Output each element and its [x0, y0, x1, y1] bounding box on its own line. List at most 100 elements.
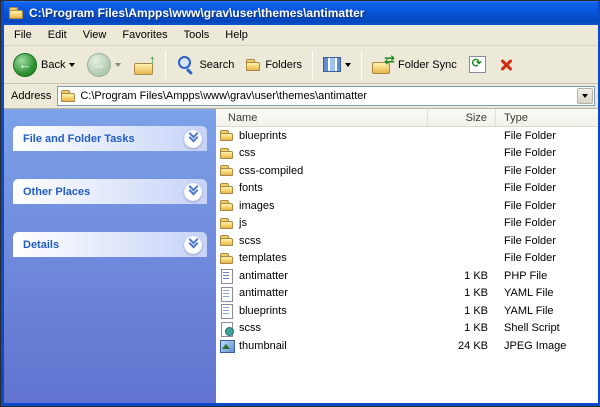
file-size — [428, 250, 496, 268]
chevron-glyph — [189, 184, 198, 193]
file-type: File Folder — [496, 162, 598, 180]
menu-edit[interactable]: Edit — [40, 26, 75, 44]
file-name-cell: scss — [216, 232, 428, 250]
file-row[interactable]: js File Folder — [216, 215, 598, 233]
address-label: Address — [11, 90, 51, 102]
chevron-glyph — [189, 131, 198, 140]
window-title: C:\Program Files\Ampps\www\grav\user\the… — [29, 6, 364, 20]
task-panel-title: File and Folder Tasks — [23, 133, 135, 145]
chevron-double-down-icon[interactable] — [184, 183, 202, 201]
file-name-cell: blueprints — [216, 302, 428, 320]
folder-icon — [219, 146, 234, 161]
file-size — [428, 127, 496, 145]
file-name-cell: js — [216, 215, 428, 233]
file-row[interactable]: thumbnail 24 KB JPEG Image — [216, 337, 598, 355]
file-row[interactable]: antimatter 1 KB PHP File — [216, 267, 598, 285]
folders-button[interactable]: Folders — [241, 55, 307, 75]
file-row[interactable]: fonts File Folder — [216, 180, 598, 198]
file-type: File Folder — [496, 232, 598, 250]
toolbar: Back Search Folders Folder Sync — [4, 46, 598, 84]
file-row[interactable]: blueprints 1 KB YAML File — [216, 302, 598, 320]
file-name: blueprints — [239, 305, 287, 317]
file-type: File Folder — [496, 127, 598, 145]
file-name: antimatter — [239, 287, 288, 299]
back-dropdown-icon[interactable] — [69, 63, 75, 67]
views-button[interactable] — [318, 54, 356, 75]
toolbar-separator — [361, 51, 362, 79]
yaml-file-icon — [219, 303, 234, 318]
file-name-cell: scss — [216, 320, 428, 338]
file-row[interactable]: css File Folder — [216, 145, 598, 163]
file-size — [428, 145, 496, 163]
forward-icon — [87, 53, 111, 77]
file-size: 1 KB — [428, 285, 496, 303]
back-label: Back — [41, 59, 65, 71]
file-size: 1 KB — [428, 320, 496, 338]
views-dropdown-icon[interactable] — [345, 63, 351, 67]
file-row[interactable]: antimatter 1 KB YAML File — [216, 285, 598, 303]
menu-file[interactable]: File — [6, 26, 40, 44]
file-type: Shell Script — [496, 320, 598, 338]
file-type: File Folder — [496, 250, 598, 268]
address-dropdown-button[interactable] — [577, 88, 593, 104]
shell-script-icon — [219, 321, 234, 336]
search-button[interactable]: Search — [171, 52, 239, 77]
file-row[interactable]: scss 1 KB Shell Script — [216, 320, 598, 338]
file-name: js — [239, 217, 247, 229]
file-name: css — [239, 147, 256, 159]
file-name-cell: thumbnail — [216, 337, 428, 355]
file-type: File Folder — [496, 145, 598, 163]
column-header-type[interactable]: Type — [496, 109, 598, 126]
explorer-window: C:\Program Files\Ampps\www\grav\user\the… — [1, 1, 600, 406]
php-file-icon — [219, 268, 234, 283]
task-panel-header[interactable]: File and Folder Tasks — [13, 126, 207, 151]
menu-help[interactable]: Help — [217, 26, 256, 44]
file-row[interactable]: templates File Folder — [216, 250, 598, 268]
forward-button[interactable] — [82, 50, 126, 80]
file-row[interactable]: images File Folder — [216, 197, 598, 215]
menu-view[interactable]: View — [75, 26, 115, 44]
address-folder-icon — [61, 89, 76, 103]
file-name: thumbnail — [239, 340, 287, 352]
file-name-cell: templates — [216, 250, 428, 268]
column-header-name[interactable]: Name — [216, 109, 428, 126]
file-name: blueprints — [239, 130, 287, 142]
task-panel-title: Details — [23, 239, 59, 251]
file-name-cell: css-compiled — [216, 162, 428, 180]
file-row[interactable]: css-compiled File Folder — [216, 162, 598, 180]
file-type: File Folder — [496, 197, 598, 215]
file-row[interactable]: blueprints File Folder — [216, 127, 598, 145]
task-panel-header[interactable]: Details — [13, 232, 207, 257]
menu-bar: FileEditViewFavoritesToolsHelp — [4, 25, 598, 46]
task-panel-title: Other Places — [23, 186, 90, 198]
column-header-size[interactable]: Size — [428, 109, 496, 126]
chevron-double-down-icon[interactable] — [184, 236, 202, 254]
file-name: fonts — [239, 182, 263, 194]
menu-tools[interactable]: Tools — [176, 26, 218, 44]
file-size — [428, 180, 496, 198]
delete-button[interactable] — [493, 54, 519, 76]
folder-icon — [219, 251, 234, 266]
folder-sync-icon — [372, 56, 394, 74]
folders-label: Folders — [265, 59, 302, 71]
task-panel-header[interactable]: Other Places — [13, 179, 207, 204]
back-button[interactable]: Back — [8, 50, 80, 80]
forward-dropdown-icon — [115, 63, 121, 67]
menu-favorites[interactable]: Favorites — [114, 26, 175, 44]
chevron-double-down-icon[interactable] — [184, 130, 202, 148]
back-icon — [13, 53, 37, 77]
file-name: css-compiled — [239, 165, 303, 177]
address-input[interactable]: C:\Program Files\Ampps\www\grav\user\the… — [57, 86, 595, 106]
refresh-button[interactable] — [464, 53, 491, 76]
file-name-cell: images — [216, 197, 428, 215]
file-type: JPEG Image — [496, 337, 598, 355]
title-bar[interactable]: C:\Program Files\Ampps\www\grav\user\the… — [4, 1, 598, 25]
task-panel-details: Details — [13, 232, 207, 257]
file-size: 1 KB — [428, 267, 496, 285]
file-size — [428, 197, 496, 215]
jpeg-image-icon — [219, 338, 234, 353]
file-row[interactable]: scss File Folder — [216, 232, 598, 250]
up-button[interactable] — [128, 52, 160, 78]
task-pane-sidebar: File and Folder Tasks Other Places Detai… — [4, 109, 216, 403]
folder-sync-button[interactable]: Folder Sync — [367, 53, 462, 77]
